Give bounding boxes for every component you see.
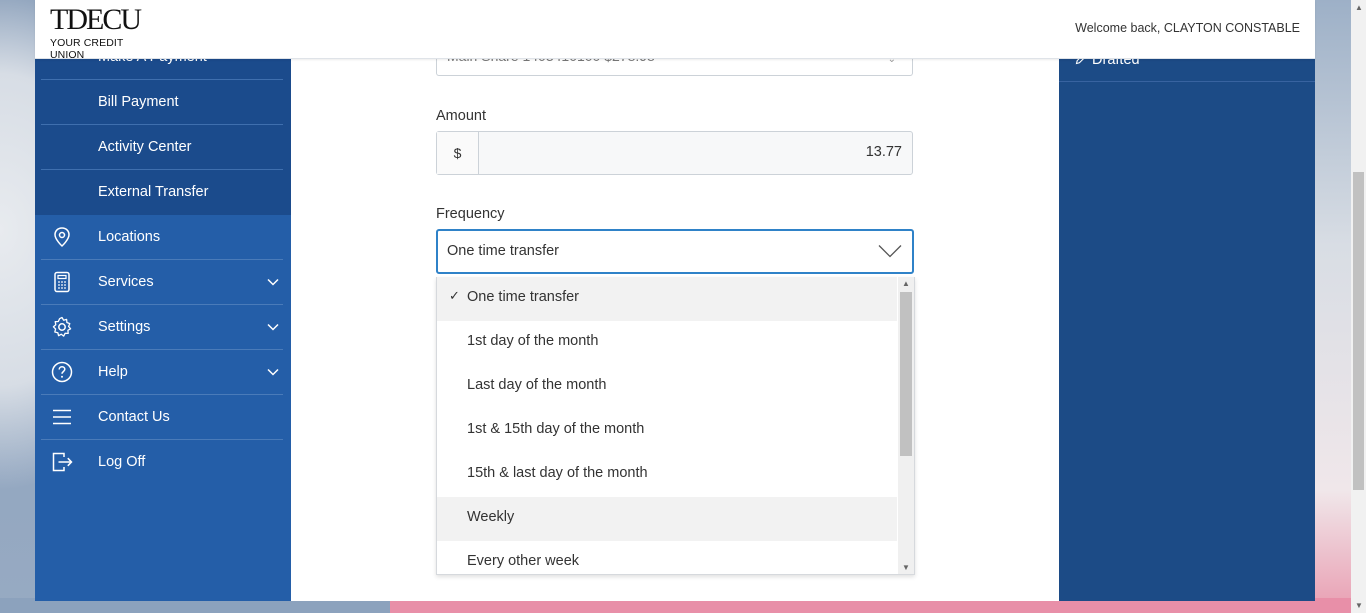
sidebar-item-contact-us[interactable]: Contact Us [35, 395, 291, 440]
dropdown-scrollbar[interactable]: ▲ ▼ [898, 277, 914, 574]
scroll-down-arrow-icon[interactable]: ▼ [1355, 601, 1363, 610]
background-right-strip [1315, 0, 1351, 613]
option-label: 1st day of the month [467, 333, 599, 349]
option-label: Weekly [467, 509, 515, 525]
sidebar-item-services[interactable]: Services [35, 260, 291, 305]
window-scrollbar[interactable]: ▲ ▼ [1351, 0, 1366, 613]
main-content: Main Share 1403410100 $278.98 ⌄ Amount $… [291, 0, 1059, 601]
sidebar-item-settings[interactable]: Settings [35, 305, 291, 350]
sidebar-item-log-off[interactable]: Log Off [35, 440, 291, 485]
scroll-down-arrow-icon[interactable]: ▼ [902, 563, 910, 572]
sidebar-item-label: Contact Us [98, 409, 170, 425]
frequency-option-fifteenth-and-last[interactable]: 15th & last day of the month [437, 453, 897, 497]
logo-main-text: TDECU [50, 3, 142, 36]
sidebar-item-activity-center[interactable]: Activity Center [35, 125, 291, 170]
sidebar: Make A Payment Bill Payment Activity Cen… [35, 0, 291, 601]
chevron-down-icon [267, 278, 279, 286]
amount-value: 13.77 [865, 144, 902, 160]
scroll-up-arrow-icon[interactable]: ▲ [1355, 3, 1363, 12]
sidebar-item-label: Help [98, 364, 128, 380]
help-circle-icon [51, 361, 73, 383]
sidebar-item-label: Locations [98, 229, 161, 245]
logout-icon [52, 452, 73, 472]
currency-prefix: $ [437, 132, 479, 174]
frequency-select[interactable]: One time transfer [436, 229, 914, 274]
divider [1059, 81, 1315, 82]
frequency-option-last-day[interactable]: Last day of the month [437, 365, 897, 409]
frequency-label: Frequency [436, 206, 505, 222]
frequency-option-first-day[interactable]: 1st day of the month [437, 321, 897, 365]
sidebar-item-label: Log Off [98, 454, 146, 470]
sidebar-item-label: Services [98, 274, 154, 290]
option-label: 1st & 15th day of the month [467, 421, 645, 437]
chevron-down-icon [267, 323, 279, 331]
frequency-option-one-time[interactable]: ✓ One time transfer [437, 277, 897, 321]
frequency-option-first-and-fifteenth[interactable]: 1st & 15th day of the month [437, 409, 897, 453]
sidebar-item-label: Settings [98, 319, 151, 335]
frequency-dropdown-list: ✓ One time transfer 1st day of the month… [436, 277, 915, 575]
frequency-option-every-other-week[interactable]: Every other week [437, 541, 897, 574]
option-label: Last day of the month [467, 377, 607, 393]
calculator-icon [54, 271, 70, 293]
checkmark-icon: ✓ [449, 288, 460, 303]
right-panel: Drafted [1059, 0, 1315, 601]
map-pin-icon [54, 227, 70, 248]
sidebar-item-label: Activity Center [98, 139, 192, 155]
amount-input[interactable]: 13.77 [479, 132, 912, 174]
chevron-down-icon [878, 245, 902, 258]
option-label: Every other week [467, 553, 580, 569]
top-header: TDECU YOUR CREDIT UNION Welcome back, CL… [35, 0, 1315, 62]
menu-lines-icon [53, 409, 71, 425]
option-label: 15th & last day of the month [467, 465, 648, 481]
amount-label: Amount [436, 108, 486, 124]
scroll-up-arrow-icon[interactable]: ▲ [902, 279, 910, 288]
sidebar-item-help[interactable]: Help [35, 350, 291, 395]
sidebar-item-label: Bill Payment [98, 94, 179, 110]
welcome-message: Welcome back, CLAYTON CONSTABLE [1075, 21, 1300, 35]
frequency-option-weekly[interactable]: Weekly [437, 497, 897, 541]
logo-tagline: YOUR CREDIT UNION [50, 37, 124, 61]
dropdown-scrollbar-thumb[interactable] [900, 292, 912, 456]
tdecu-logo[interactable]: TDECU YOUR CREDIT UNION [50, 3, 160, 62]
frequency-selected-value: One time transfer [447, 243, 560, 259]
sidebar-item-bill-payment[interactable]: Bill Payment [35, 80, 291, 125]
gear-icon [52, 316, 72, 337]
sidebar-item-external-transfer[interactable]: External Transfer [35, 170, 291, 215]
option-label: One time transfer [467, 289, 580, 305]
window-scrollbar-thumb[interactable] [1353, 172, 1364, 490]
sidebar-item-label: External Transfer [98, 184, 209, 200]
chevron-down-icon [267, 368, 279, 376]
amount-input-group: $ 13.77 [436, 131, 913, 175]
sidebar-item-locations[interactable]: Locations [35, 215, 291, 260]
